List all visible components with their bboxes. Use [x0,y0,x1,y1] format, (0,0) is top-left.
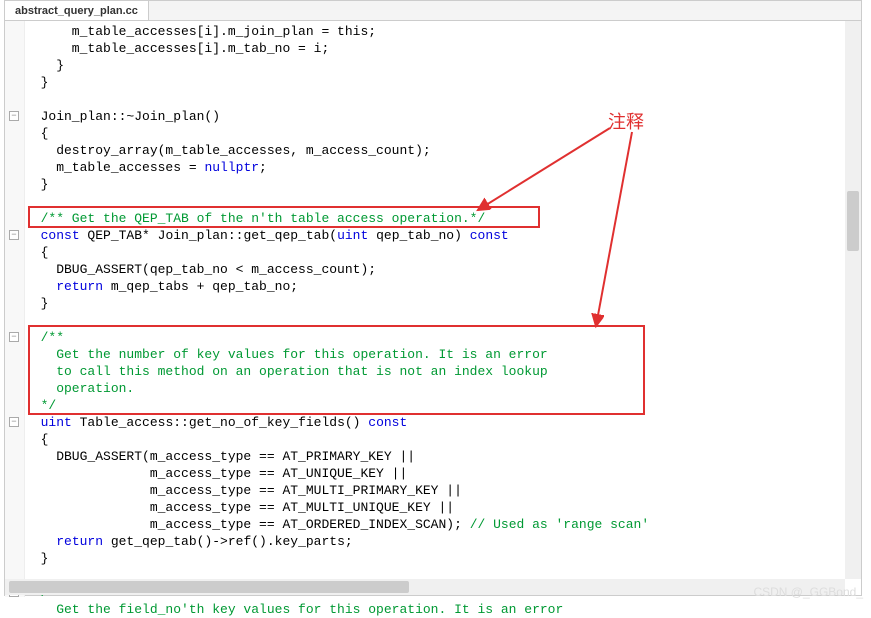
code-line[interactable]: return get_qep_tab()->ref().key_parts; [25,533,845,550]
code-line[interactable]: { [25,125,845,142]
fold-gutter: −−−−− [5,21,25,597]
code-line[interactable]: return m_qep_tabs + qep_tab_no; [25,278,845,295]
fold-icon[interactable]: − [9,332,19,342]
code-line[interactable]: { [25,431,845,448]
code-line[interactable]: */ [25,397,845,414]
editor-window: abstract_query_plan.cc −−−−− m_table_acc… [4,0,862,596]
vertical-scrollbar[interactable] [845,21,861,579]
code-line[interactable]: m_access_type == AT_MULTI_PRIMARY_KEY || [25,482,845,499]
fold-icon[interactable]: − [9,111,19,121]
fold-icon[interactable]: − [9,230,19,240]
horizontal-scrollbar[interactable] [5,579,845,595]
code-line[interactable]: /** [25,329,845,346]
code-area[interactable]: m_table_accesses[i].m_join_plan = this; … [25,21,845,579]
code-line[interactable]: uint Table_access::get_no_of_key_fields(… [25,414,845,431]
code-line[interactable]: const QEP_TAB* Join_plan::get_qep_tab(ui… [25,227,845,244]
vertical-scroll-thumb[interactable] [847,191,859,251]
code-line[interactable]: operation. [25,380,845,397]
code-line[interactable] [25,193,845,210]
code-line[interactable]: Join_plan::~Join_plan() [25,108,845,125]
horizontal-scroll-thumb[interactable] [9,581,409,593]
code-line[interactable]: m_access_type == AT_MULTI_UNIQUE_KEY || [25,499,845,516]
code-line[interactable]: /** Get the QEP_TAB of the n'th table ac… [25,210,845,227]
code-line[interactable]: DBUG_ASSERT(qep_tab_no < m_access_count)… [25,261,845,278]
code-line[interactable]: DBUG_ASSERT(m_access_type == AT_PRIMARY_… [25,448,845,465]
code-line[interactable]: } [25,176,845,193]
code-line[interactable]: } [25,550,845,567]
code-line[interactable]: Get the number of key values for this op… [25,346,845,363]
code-line[interactable]: m_table_accesses[i].m_join_plan = this; [25,23,845,40]
fold-icon[interactable]: − [9,417,19,427]
code-line[interactable]: to call this method on an operation that… [25,363,845,380]
code-line[interactable]: } [25,74,845,91]
code-line[interactable] [25,91,845,108]
code-line[interactable]: m_access_type == AT_UNIQUE_KEY || [25,465,845,482]
code-line[interactable]: } [25,57,845,74]
tab-title: abstract_query_plan.cc [15,5,138,17]
tab-bar: abstract_query_plan.cc [5,1,861,21]
code-line[interactable]: { [25,244,845,261]
code-line[interactable]: m_access_type == AT_ORDERED_INDEX_SCAN);… [25,516,845,533]
code-line[interactable] [25,312,845,329]
annotation-label: 注释 [608,108,644,134]
code-line[interactable]: Get the field_no'th key values for this … [25,601,845,618]
code-line[interactable]: m_table_accesses = nullptr; [25,159,845,176]
file-tab[interactable]: abstract_query_plan.cc [5,1,149,20]
code-line[interactable]: destroy_array(m_table_accesses, m_access… [25,142,845,159]
watermark: CSDN @_GGBond_ [753,585,863,599]
code-line[interactable]: m_table_accesses[i].m_tab_no = i; [25,40,845,57]
code-line[interactable]: } [25,295,845,312]
